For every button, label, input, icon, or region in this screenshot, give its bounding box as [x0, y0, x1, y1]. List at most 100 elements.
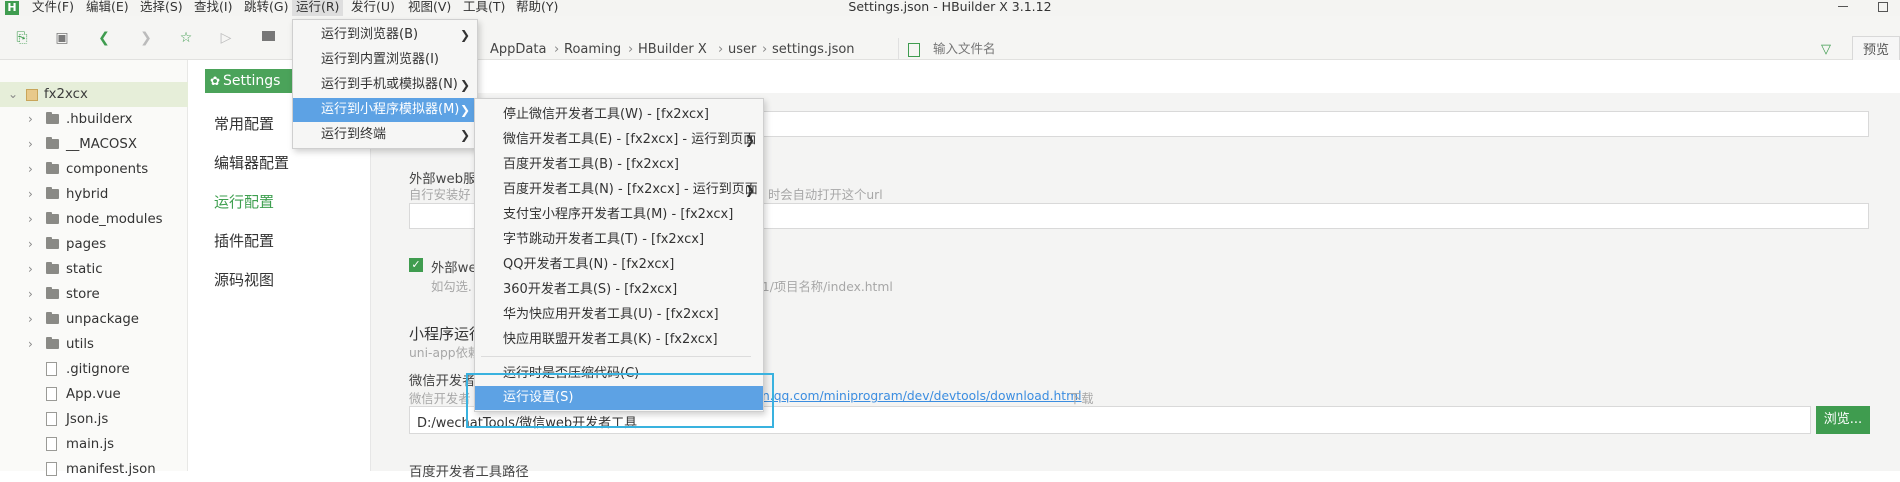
external-web-check-hint: 如勾选. — [431, 280, 472, 294]
external-web-check-hint-right: .1/项目名称/index.html — [758, 280, 893, 294]
folder-icon — [46, 287, 59, 299]
tree-item-folder[interactable]: › node_modules — [0, 207, 188, 232]
submenu-item[interactable]: 快应用联盟开发者工具(K) - [fx2xcx] — [475, 328, 763, 352]
submenu-item[interactable]: 华为快应用开发者工具(U) - [fx2xcx] — [475, 303, 763, 327]
project-icon — [26, 89, 38, 101]
save-icon[interactable]: ▣ — [54, 30, 70, 46]
file-search-input[interactable] — [933, 41, 1533, 56]
tree-item-folder[interactable]: › unpackage — [0, 307, 188, 332]
window-title: Settings.json - HBuilder X 3.1.12 — [848, 0, 1052, 14]
run-icon[interactable]: ▷ — [218, 30, 234, 46]
settings-nav-source[interactable]: 源码视图 — [214, 269, 274, 290]
submenu-item[interactable]: 字节跳动开发者工具(T) - [fx2xcx] — [475, 228, 763, 252]
tree-item-folder[interactable]: › hybrid — [0, 182, 188, 207]
project-tree: ⌄ fx2xcx › .hbuilderx › __MACOSX › componen… — [0, 60, 188, 477]
tree-item-folder[interactable]: › components — [0, 157, 188, 182]
menu-item-label: 运行到小程序模拟器(M) — [321, 102, 460, 117]
settings-nav-run[interactable]: 运行配置 — [214, 191, 274, 212]
tree-item-label: .gitignore — [66, 362, 130, 377]
folder-icon — [46, 212, 59, 224]
star-icon[interactable]: ☆ — [178, 30, 194, 46]
menu-item-label: 百度开发者工具(N) - [fx2xcx] - 运行到页面 — [503, 182, 758, 197]
browse-button[interactable]: 浏览... — [1816, 406, 1870, 434]
wechat-path-hint-right: 下载 — [1069, 392, 1094, 406]
chevron-right-icon: ❯ — [460, 103, 471, 117]
mp-section-title: 小程序运行 — [409, 325, 485, 343]
forward-icon[interactable]: ❯ — [138, 30, 154, 46]
tree-item-label: __MACOSX — [66, 137, 137, 152]
tree-root[interactable]: ⌄ fx2xcx — [0, 82, 188, 107]
wechat-download-link[interactable]: n.qq.com/miniprogram/dev/devtools/downlo… — [762, 389, 1082, 403]
tree-item-label: hybrid — [66, 187, 109, 202]
file-icon — [46, 362, 57, 376]
settings-nav: 常用配置 编辑器配置 运行配置 插件配置 源码视图 — [189, 93, 369, 471]
tree-item-file[interactable]: .gitignore — [0, 357, 188, 382]
folder-icon — [46, 162, 59, 174]
submenu-item[interactable]: 停止微信开发者工具(W) - [fx2xcx] — [475, 103, 763, 127]
filter-icon[interactable]: ▽ — [1821, 42, 1831, 57]
chevron-right-icon: › — [554, 42, 560, 57]
menu-item-run-builtin-browser[interactable]: 运行到内置浏览器(I) — [293, 48, 477, 72]
chevron-right-icon: ❯ — [460, 128, 471, 142]
menu-item-label: 停止微信开发者工具(W) - [fx2xcx] — [503, 107, 709, 122]
breadcrumb-item[interactable]: user — [728, 42, 756, 57]
tree-item-label: fx2xcx — [44, 87, 88, 102]
menu-item-run-browser[interactable]: 运行到浏览器(B) ❯ — [293, 23, 477, 47]
tree-item-folder[interactable]: › static — [0, 257, 188, 282]
tree-item-file[interactable]: manifest.json — [0, 457, 188, 482]
chevron-right-icon: › — [28, 187, 33, 201]
tree-item-label: components — [66, 162, 149, 177]
tree-item-label: store — [66, 287, 100, 302]
restore-icon[interactable] — [1878, 2, 1888, 12]
js-file-icon — [46, 412, 57, 426]
submenu-item[interactable]: 百度开发者工具(B) - [fx2xcx] — [475, 153, 763, 177]
submenu-item[interactable]: 微信开发者工具(E) - [fx2xcx] - 运行到页面 ❯ — [475, 128, 763, 152]
submenu-item[interactable]: 百度开发者工具(N) - [fx2xcx] - 运行到页面 ❯ — [475, 178, 763, 202]
tree-item-label: Json.js — [66, 412, 109, 427]
tree-item-file[interactable]: App.vue — [0, 382, 188, 407]
chevron-right-icon: › — [28, 137, 33, 151]
chevron-right-icon: ❯ — [460, 28, 471, 42]
submenu-item[interactable]: 支付宝小程序开发者工具(M) - [fx2xcx] — [475, 203, 763, 227]
minimize-icon[interactable] — [1838, 6, 1848, 7]
settings-nav-editor[interactable]: 编辑器配置 — [214, 152, 289, 173]
chevron-right-icon: › — [28, 112, 33, 126]
chevron-right-icon: › — [28, 162, 33, 176]
breadcrumb-item[interactable]: settings.json — [772, 42, 855, 57]
submenu-item[interactable]: 360开发者工具(S) - [fx2xcx] — [475, 278, 763, 302]
menu-item-run-terminal[interactable]: 运行到终端 ❯ — [293, 123, 477, 147]
chevron-down-icon: ⌄ — [8, 87, 19, 101]
folder-icon — [46, 187, 59, 199]
menu-item-run-miniprogram[interactable]: 运行到小程序模拟器(M) ❯ — [293, 98, 477, 122]
breadcrumb-item[interactable]: AppData — [490, 42, 546, 57]
toolbar: ⎘ ▣ ❮ ❯ ☆ ▷ AppData › Roaming › HBuilder… — [0, 16, 1900, 66]
settings-nav-common[interactable]: 常用配置 — [214, 113, 274, 134]
tree-item-file[interactable]: main.js — [0, 432, 188, 457]
external-web-check-label: 外部we — [431, 261, 477, 276]
external-web-hint-right: 时会自动打开这个url — [768, 188, 883, 202]
settings-nav-plugins[interactable]: 插件配置 — [214, 230, 274, 251]
folder-icon — [46, 312, 59, 324]
breadcrumb-item[interactable]: Roaming — [564, 42, 621, 57]
tab-settings[interactable]: Settings — [205, 69, 297, 93]
menu-item-label: 百度开发者工具(B) - [fx2xcx] — [503, 157, 680, 172]
back-icon[interactable]: ❮ — [96, 30, 112, 46]
tree-item-folder[interactable]: › pages — [0, 232, 188, 257]
tree-item-label: manifest.json — [66, 462, 156, 477]
tree-item-folder[interactable]: › .hbuilderx — [0, 107, 188, 132]
tree-item-folder[interactable]: › __MACOSX — [0, 132, 188, 157]
tree-item-folder[interactable]: › utils — [0, 332, 188, 357]
chevron-right-icon: › — [28, 312, 33, 326]
menu-item-label: 微信开发者工具(E) - [fx2xcx] - 运行到页面 — [503, 132, 757, 147]
tree-item-label: App.vue — [66, 387, 121, 402]
menu-item-run-device[interactable]: 运行到手机或模拟器(N) ❯ — [293, 73, 477, 97]
breadcrumb-item[interactable]: HBuilder X — [638, 42, 707, 57]
new-file-icon[interactable]: ⎘ — [14, 30, 30, 46]
external-web-checkbox[interactable]: ✓ — [409, 258, 423, 272]
tree-item-label: static — [66, 262, 103, 277]
tree-item-file[interactable]: Json.js — [0, 407, 188, 432]
submenu-item[interactable]: QQ开发者工具(N) - [fx2xcx] — [475, 253, 763, 277]
tree-item-label: main.js — [66, 437, 115, 452]
tree-item-folder[interactable]: › store — [0, 282, 188, 307]
folder-icon — [46, 112, 59, 124]
